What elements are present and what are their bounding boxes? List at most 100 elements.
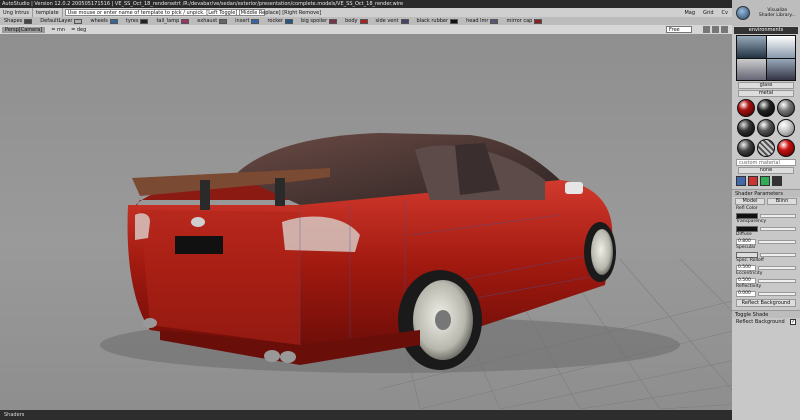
spec-rolloff-value[interactable]: 0.500 [736, 264, 756, 271]
reflectivity-value[interactable]: 0.000 [736, 290, 756, 297]
assign-shader-icon[interactable] [748, 176, 758, 186]
environment-thumbnail[interactable] [766, 58, 795, 80]
menu-cv[interactable]: Cv [718, 10, 732, 16]
shader-chip[interactable]: insert [231, 18, 263, 24]
shader-chip[interactable]: exhaust [193, 18, 231, 24]
reflect-background-checkbox[interactable]: ✓ [790, 319, 796, 325]
refl-color-swatch[interactable] [736, 212, 758, 219]
toggle-shade-header[interactable]: Toggle Shade [732, 310, 800, 318]
reflectivity-slider[interactable] [758, 291, 796, 296]
glass-library-button[interactable]: glass [738, 82, 794, 89]
material-field[interactable]: custom material [736, 159, 796, 166]
transparency-swatch[interactable] [736, 225, 758, 232]
car-render [100, 133, 680, 373]
camera-label[interactable]: Persp[Camera] [2, 26, 46, 33]
shader-chip[interactable]: black rubber [413, 18, 463, 24]
tool-row: Ung Intrus template Use mouse or enter n… [0, 8, 732, 17]
shader-swatch[interactable] [757, 119, 775, 137]
shader-chip-label: head lmr [466, 18, 489, 24]
maximize-view-icon[interactable] [712, 26, 719, 33]
diffuse-value[interactable]: 0.800 [736, 238, 756, 245]
eccentricity-slider[interactable] [758, 278, 796, 283]
refl-color-slider[interactable] [760, 213, 796, 218]
shader-chip-label: tail_lamp [156, 18, 180, 24]
shader-chip[interactable]: DefaultLayer [36, 18, 86, 24]
shader-color-swatch [219, 18, 228, 24]
shader-chip[interactable]: mirror cap [502, 18, 546, 24]
shader-chip-label: black rubber [416, 18, 449, 24]
shader-chip-label: DefaultLayer [40, 18, 73, 24]
none-button[interactable]: none [738, 167, 794, 174]
shader-swatch[interactable] [737, 119, 755, 137]
metal-library-button[interactable]: metal [738, 90, 794, 97]
shader-chip-label: wheels [90, 18, 108, 24]
shader-chip[interactable]: tail_lamp [152, 18, 193, 24]
shader-chip-label: Shapes [4, 18, 23, 24]
shader-color-swatch [140, 18, 149, 24]
shader-chip-label: tyres [125, 18, 139, 24]
transparency-slider[interactable] [760, 226, 796, 231]
shader-chip[interactable]: head lmr [462, 18, 502, 24]
shader-swatches [736, 99, 796, 157]
degree-label: = deg [71, 26, 87, 33]
specular-swatch[interactable] [736, 251, 758, 258]
shader-chip-label: body [345, 18, 358, 24]
shader-color-swatch [534, 18, 543, 24]
shader-chip[interactable]: wheels [86, 18, 121, 24]
shader-chip-label: big spoiler [301, 18, 328, 24]
environments-header[interactable]: environments [734, 27, 798, 34]
shader-swatch[interactable] [777, 119, 795, 137]
viewport-mode-field[interactable]: Free [666, 26, 692, 33]
shader-model-tabs: Model Blinn [732, 197, 800, 206]
shader-chip[interactable]: body [341, 18, 371, 24]
spec-rolloff-slider[interactable] [758, 265, 796, 270]
window-titlebar: AutoStudio | Version 12.0.2 200505171516… [0, 0, 800, 8]
status-bar: Shaders [0, 410, 732, 420]
shader-chip[interactable]: big spoiler [297, 18, 341, 24]
visualize-icon[interactable] [736, 6, 751, 20]
shader-library-label[interactable]: Shader Library... [759, 13, 796, 18]
shader-swatch[interactable] [757, 139, 775, 157]
shader-color-swatch [24, 18, 33, 24]
reflect-background-toggle-label: Reflect Background [736, 319, 785, 325]
shaders-window-label[interactable]: Shaders [4, 412, 24, 418]
reflect-background-button[interactable]: Reflect Background [736, 299, 796, 307]
tool-item-template[interactable]: template [33, 8, 63, 17]
shader-color-swatch [74, 18, 83, 24]
eccentricity-value[interactable]: 0.500 [736, 277, 756, 284]
shader-color-swatch [251, 18, 260, 24]
tool-item-1[interactable]: Ung Intrus [0, 8, 34, 17]
shader-swatch[interactable] [757, 99, 775, 117]
diffuse-slider[interactable] [758, 239, 796, 244]
perspective-viewport[interactable] [0, 34, 732, 410]
fit-view-icon[interactable] [703, 26, 710, 33]
shader-swatch[interactable] [737, 99, 755, 117]
model-dropdown[interactable]: Blinn [767, 198, 797, 205]
near-field-label: = mn [51, 26, 66, 33]
menu-mag[interactable]: Mag [680, 10, 699, 16]
specular-slider[interactable] [760, 252, 796, 257]
shader-chip-label: rocker [267, 18, 284, 24]
window-title: AutoStudio | Version 12.0.2 200505171516… [2, 1, 404, 7]
model-label: Model [735, 198, 765, 205]
shader-chip[interactable]: rocker [263, 18, 297, 24]
template-input[interactable]: Use mouse or enter name of template to p… [64, 9, 321, 16]
shader-chip[interactable]: tyres [122, 18, 153, 24]
pick-shader-icon[interactable] [736, 176, 746, 186]
menu-grid[interactable]: Grid [699, 10, 718, 16]
copy-shader-icon[interactable] [760, 176, 770, 186]
shader-chip[interactable]: side vent [372, 18, 413, 24]
close-view-icon[interactable] [721, 26, 728, 33]
shader-tool-icons [736, 176, 796, 186]
shader-swatch[interactable] [777, 99, 795, 117]
shader-parameters-header[interactable]: Shader Parameters [732, 189, 800, 197]
environment-thumbnail[interactable] [766, 36, 795, 58]
environment-thumbnail[interactable] [737, 58, 766, 80]
shader-color-swatch [490, 18, 499, 24]
environment-thumbnail[interactable] [737, 36, 766, 58]
shader-swatch[interactable] [777, 139, 795, 157]
delete-shader-icon[interactable] [772, 176, 782, 186]
reflect-background-toggle[interactable]: Reflect Background ✓ [732, 318, 800, 326]
shader-chip[interactable]: Shapes [0, 18, 36, 24]
shader-swatch[interactable] [737, 139, 755, 157]
